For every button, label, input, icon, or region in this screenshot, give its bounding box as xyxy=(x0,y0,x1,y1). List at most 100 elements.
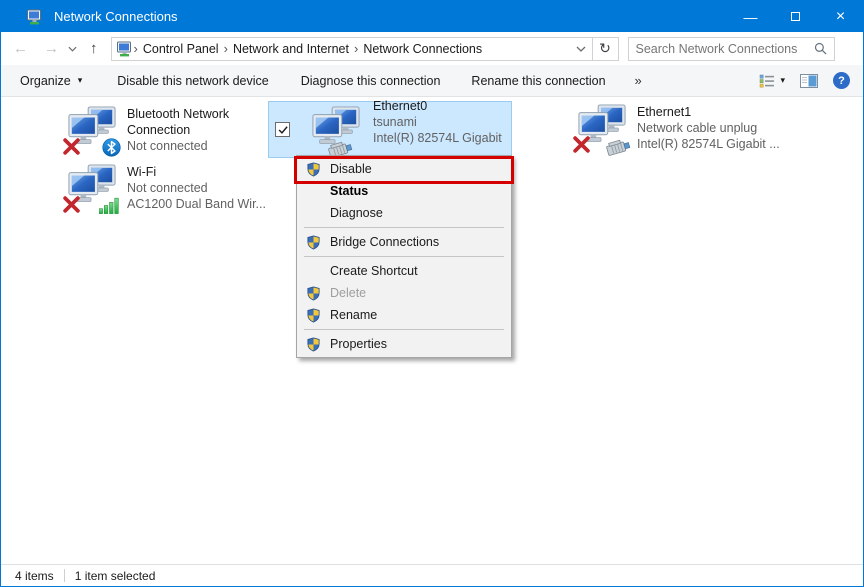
search-box xyxy=(627,36,835,61)
maximize-button[interactable] xyxy=(773,1,818,32)
organize-button[interactable]: Organize ▾ xyxy=(20,74,82,88)
window-title: Network Connections xyxy=(54,9,178,24)
menu-item-label: Bridge Connections xyxy=(330,235,440,249)
wifi-signal-icon xyxy=(99,197,120,214)
connection-ethernet1[interactable]: Ethernet1 Network cable unplug Intel(R) … xyxy=(577,103,787,153)
network-adapter-icon xyxy=(311,105,361,155)
preview-pane-icon[interactable] xyxy=(800,74,818,88)
connection-name: Bluetooth Network Connection xyxy=(127,107,230,137)
address-strip: › Control Panel › Network and Internet ›… xyxy=(110,36,619,61)
command-toolbar: Organize ▾ Disable this network device D… xyxy=(1,65,863,97)
context-menu: Disable Status Diagnose Bridge Connectio… xyxy=(294,155,514,358)
change-view-button[interactable]: ▾ xyxy=(759,74,785,88)
up-icon[interactable]: ↑ xyxy=(90,40,98,57)
uac-shield-icon xyxy=(297,286,330,301)
close-button[interactable]: × xyxy=(818,1,863,32)
connection-text: Ethernet0 tsunami Intel(R) 82574L Gigabi… xyxy=(373,97,511,162)
connection-name: Ethernet0 xyxy=(373,99,428,113)
details-view-icon xyxy=(759,74,775,88)
crumb-control-panel[interactable]: Control Panel xyxy=(138,42,224,56)
crumb-network-connections[interactable]: Network Connections xyxy=(358,42,487,56)
connection-bluetooth[interactable]: Bluetooth Network Connection Not connect… xyxy=(67,105,269,155)
menu-item-create-shortcut[interactable]: Create Shortcut xyxy=(297,260,511,282)
menu-item-label: Diagnose xyxy=(330,206,383,220)
connection-name: Wi-Fi xyxy=(127,165,157,179)
items-count: 4 items xyxy=(15,568,54,583)
close-icon: × xyxy=(835,7,846,25)
connection-status: Network cable unplug xyxy=(637,121,758,135)
menu-item-diagnose[interactable]: Diagnose xyxy=(297,202,511,224)
connection-text: Bluetooth Network Connection Not connect… xyxy=(127,105,269,155)
help-icon: ? xyxy=(838,74,845,87)
back-icon[interactable]: ← xyxy=(13,40,28,57)
connection-status: Not connected xyxy=(127,139,208,153)
search-input[interactable] xyxy=(628,40,814,57)
check-icon xyxy=(277,124,289,136)
menu-separator xyxy=(304,256,504,257)
refresh-icon: ↻ xyxy=(599,40,611,56)
uac-shield-icon xyxy=(297,162,330,177)
search-icon[interactable] xyxy=(814,42,827,55)
address-dropdown-icon[interactable] xyxy=(576,46,586,52)
connection-ethernet0-selected[interactable]: Ethernet0 tsunami Intel(R) 82574L Gigabi… xyxy=(268,99,512,161)
crumb-network-and-internet[interactable]: Network and Internet xyxy=(228,42,354,56)
network-adapter-icon xyxy=(577,103,627,153)
disconnected-x-icon xyxy=(572,135,591,154)
chevron-down-icon: ▾ xyxy=(780,75,785,85)
app-icon xyxy=(26,9,44,25)
selection-count: 1 item selected xyxy=(74,568,156,583)
help-button[interactable]: ? xyxy=(833,72,850,89)
menu-item-label: Delete xyxy=(330,286,367,300)
ethernet-plug-icon xyxy=(605,138,632,157)
minimize-button[interactable]: — xyxy=(728,1,773,32)
rename-connection-button[interactable]: Rename this connection xyxy=(471,74,605,88)
titlebar: Network Connections — × xyxy=(1,1,863,32)
connections-list: Bluetooth Network Connection Not connect… xyxy=(1,97,863,564)
menu-item-bridge-connections[interactable]: Bridge Connections xyxy=(297,231,511,253)
network-adapter-icon xyxy=(67,163,117,213)
disconnected-x-icon xyxy=(62,195,81,214)
window-controls: — × xyxy=(728,1,863,32)
connection-detail: Intel(R) 82574L Gigabit ... xyxy=(637,137,780,151)
disconnected-x-icon xyxy=(62,137,81,156)
menu-item-label: Create Shortcut xyxy=(330,264,418,278)
selection-checkbox[interactable] xyxy=(275,122,290,137)
uac-shield-icon xyxy=(297,235,330,250)
address-bar: ← → ↑ › Control Panel › Network and Inte… xyxy=(1,32,863,65)
connection-status: tsunami xyxy=(373,115,417,129)
statusbar-divider xyxy=(63,569,65,582)
menu-item-rename[interactable]: Rename xyxy=(297,304,511,326)
connection-name: Ethernet1 xyxy=(637,105,692,119)
connection-detail: AC1200 Dual Band Wir... xyxy=(127,197,266,211)
location-icon xyxy=(116,41,134,57)
refresh-button[interactable]: ↻ xyxy=(592,36,619,61)
menu-item-label: Status xyxy=(330,184,369,198)
menu-item-status[interactable]: Status xyxy=(297,180,511,202)
network-connections-window: Network Connections — × ← → ↑ › Control … xyxy=(0,0,864,587)
connection-status: Not connected xyxy=(127,181,208,195)
menu-item-properties[interactable]: Properties xyxy=(297,333,511,355)
forward-icon[interactable]: → xyxy=(44,40,59,57)
uac-shield-icon xyxy=(297,337,330,352)
uac-shield-icon xyxy=(297,308,330,323)
connection-text: Ethernet1 Network cable unplug Intel(R) … xyxy=(637,103,787,153)
menu-item-disable[interactable]: Disable xyxy=(297,158,511,180)
diagnose-connection-button[interactable]: Diagnose this connection xyxy=(301,74,441,88)
menu-separator xyxy=(304,227,504,228)
maximize-icon xyxy=(791,12,800,21)
recent-locations-icon[interactable] xyxy=(68,46,77,52)
disable-device-button[interactable]: Disable this network device xyxy=(117,74,268,88)
view-controls: ▾ ? xyxy=(759,72,850,89)
bluetooth-icon xyxy=(102,138,121,157)
menu-item-label: Properties xyxy=(330,337,387,351)
status-bar: 4 items 1 item selected xyxy=(1,564,863,586)
toolbar-overflow-icon[interactable]: » xyxy=(635,73,642,88)
menu-item-label: Disable xyxy=(330,162,372,176)
breadcrumb[interactable]: › Control Panel › Network and Internet ›… xyxy=(110,36,593,61)
network-adapter-icon xyxy=(67,105,117,155)
menu-item-delete: Delete xyxy=(297,282,511,304)
connection-text: Wi-Fi Not connected AC1200 Dual Band Wir… xyxy=(127,163,277,213)
menu-item-label: Rename xyxy=(330,308,378,322)
connection-wifi[interactable]: Wi-Fi Not connected AC1200 Dual Band Wir… xyxy=(67,163,277,213)
minimize-icon: — xyxy=(743,8,758,25)
